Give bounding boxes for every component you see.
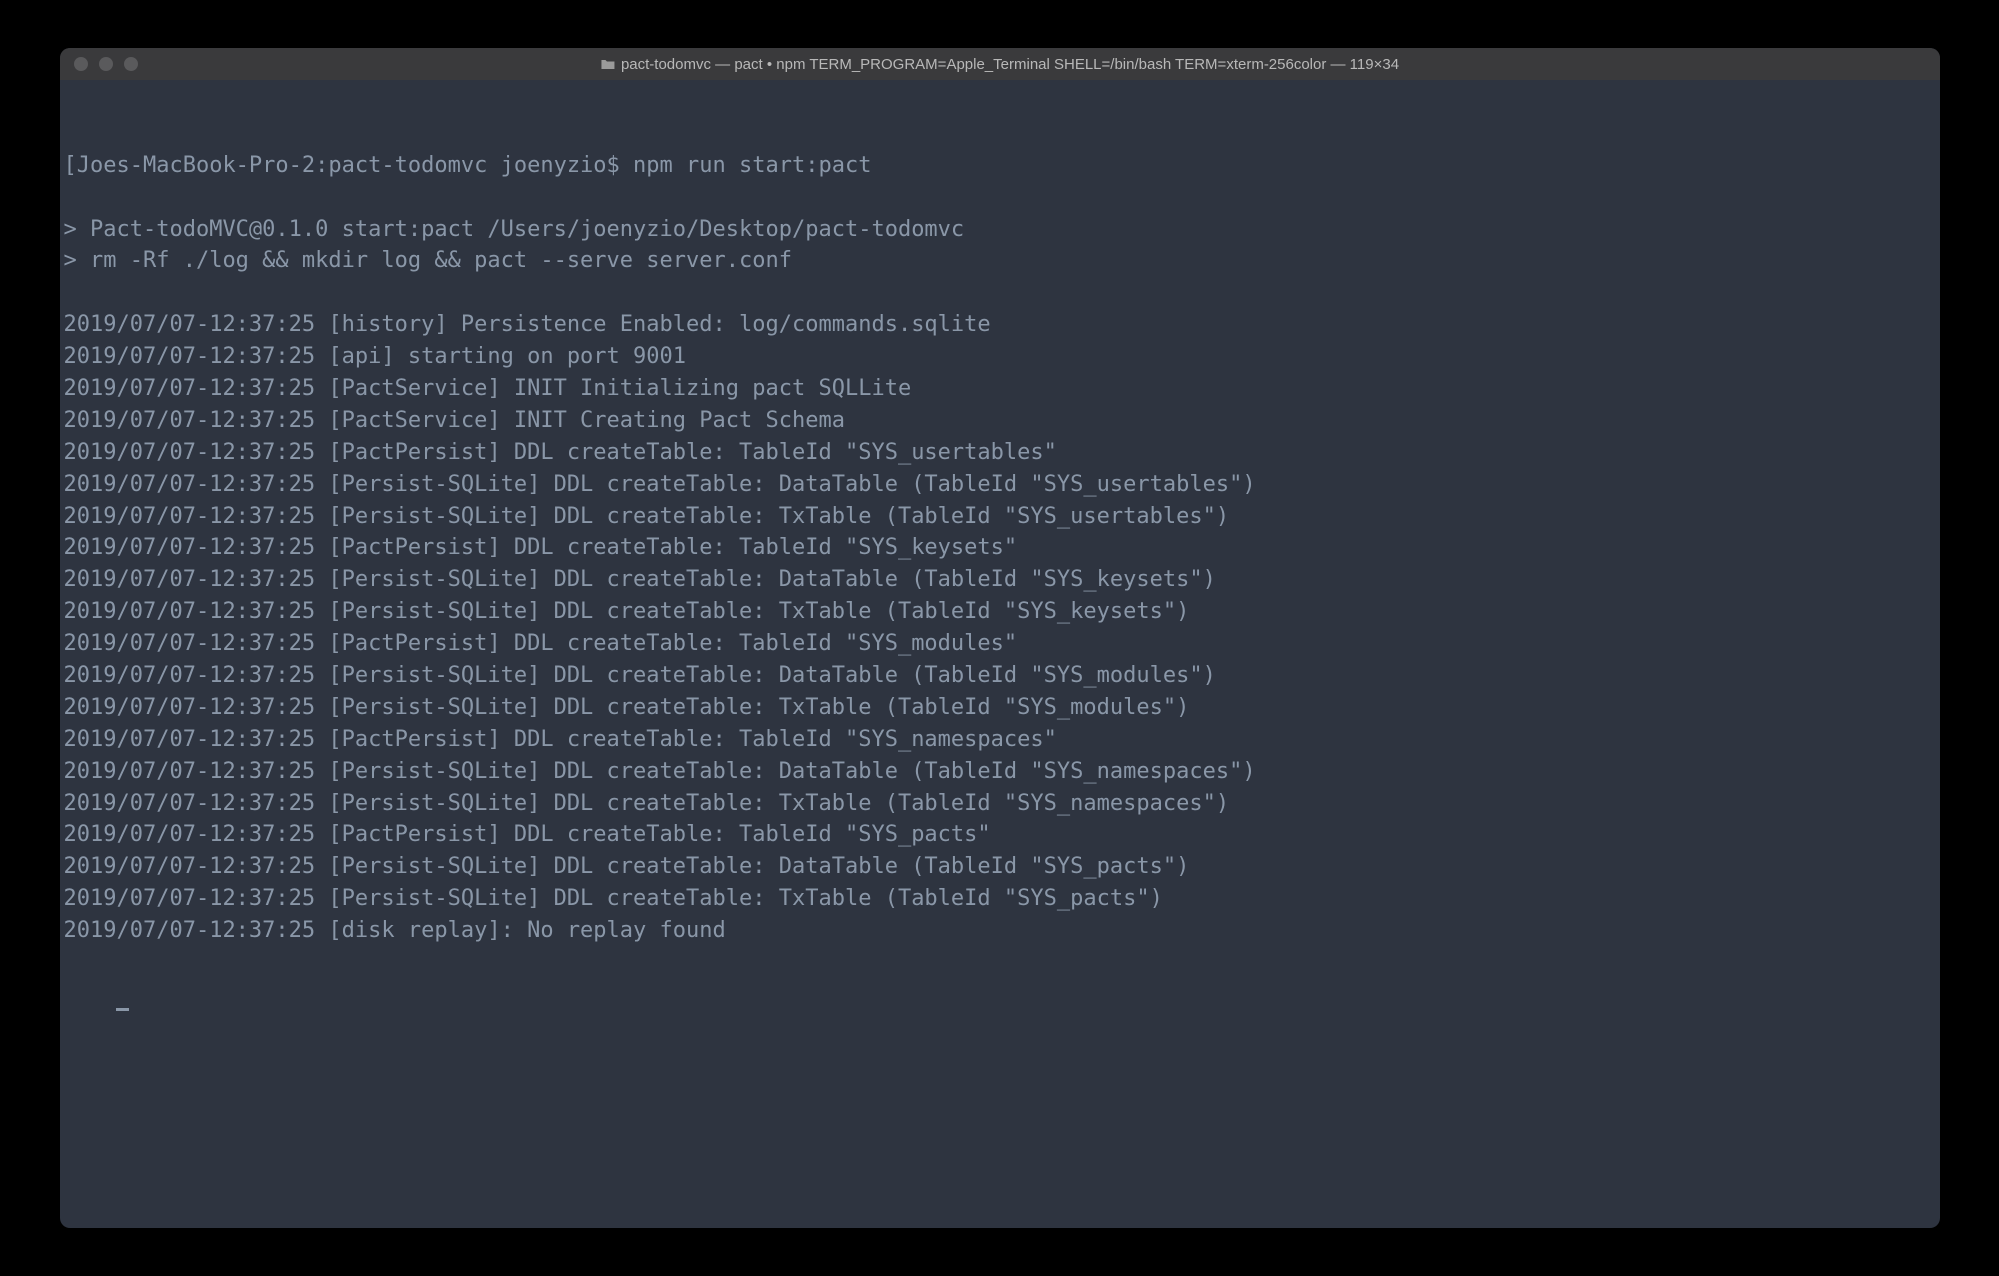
- terminal-line: [64, 277, 1936, 309]
- terminal-line: 2019/07/07-12:37:25 [PactService] INIT I…: [64, 373, 1936, 405]
- terminal-line: 2019/07/07-12:37:25 [Persist-SQLite] DDL…: [64, 469, 1936, 501]
- terminal-line: 2019/07/07-12:37:25 [PactService] INIT C…: [64, 405, 1936, 437]
- terminal-line: 2019/07/07-12:37:25 [PactPersist] DDL cr…: [64, 532, 1936, 564]
- terminal-body[interactable]: [Joes-MacBook-Pro-2:pact-todomvc joenyzi…: [60, 80, 1940, 1228]
- terminal-line: > Pact-todoMVC@0.1.0 start:pact /Users/j…: [64, 214, 1936, 246]
- terminal-window: pact-todomvc — pact • npm TERM_PROGRAM=A…: [60, 48, 1940, 1228]
- window-title-text: pact-todomvc — pact • npm TERM_PROGRAM=A…: [621, 56, 1399, 73]
- terminal-line: 2019/07/07-12:37:25 [Persist-SQLite] DDL…: [64, 883, 1936, 915]
- terminal-line: 2019/07/07-12:37:25 [Persist-SQLite] DDL…: [64, 596, 1936, 628]
- terminal-line: > rm -Rf ./log && mkdir log && pact --se…: [64, 245, 1936, 277]
- close-button[interactable]: [74, 57, 88, 71]
- maximize-button[interactable]: [124, 57, 138, 71]
- terminal-line: 2019/07/07-12:37:25 [Persist-SQLite] DDL…: [64, 851, 1936, 883]
- terminal-line: 2019/07/07-12:37:25 [PactPersist] DDL cr…: [64, 724, 1936, 756]
- cursor: [116, 1008, 129, 1011]
- terminal-line: 2019/07/07-12:37:25 [PactPersist] DDL cr…: [64, 628, 1936, 660]
- terminal-line: [Joes-MacBook-Pro-2:pact-todomvc joenyzi…: [64, 150, 1936, 182]
- terminal-line: 2019/07/07-12:37:25 [Persist-SQLite] DDL…: [64, 788, 1936, 820]
- terminal-line: 2019/07/07-12:37:25 [PactPersist] DDL cr…: [64, 819, 1936, 851]
- terminal-line: 2019/07/07-12:37:25 [api] starting on po…: [64, 341, 1936, 373]
- folder-icon: [600, 58, 615, 70]
- terminal-line: 2019/07/07-12:37:25 [Persist-SQLite] DDL…: [64, 692, 1936, 724]
- terminal-line: 2019/07/07-12:37:25 [history] Persistenc…: [64, 309, 1936, 341]
- terminal-line: 2019/07/07-12:37:25 [disk replay]: No re…: [64, 915, 1936, 947]
- traffic-lights: [74, 57, 138, 71]
- terminal-output: [Joes-MacBook-Pro-2:pact-todomvc joenyzi…: [64, 150, 1936, 947]
- window-title: pact-todomvc — pact • npm TERM_PROGRAM=A…: [600, 56, 1399, 73]
- terminal-line: 2019/07/07-12:37:25 [Persist-SQLite] DDL…: [64, 501, 1936, 533]
- terminal-line: 2019/07/07-12:37:25 [Persist-SQLite] DDL…: [64, 564, 1936, 596]
- terminal-line: 2019/07/07-12:37:25 [PactPersist] DDL cr…: [64, 437, 1936, 469]
- terminal-line: [64, 182, 1936, 214]
- terminal-line: 2019/07/07-12:37:25 [Persist-SQLite] DDL…: [64, 756, 1936, 788]
- title-bar: pact-todomvc — pact • npm TERM_PROGRAM=A…: [60, 48, 1940, 80]
- minimize-button[interactable]: [99, 57, 113, 71]
- terminal-line: 2019/07/07-12:37:25 [Persist-SQLite] DDL…: [64, 660, 1936, 692]
